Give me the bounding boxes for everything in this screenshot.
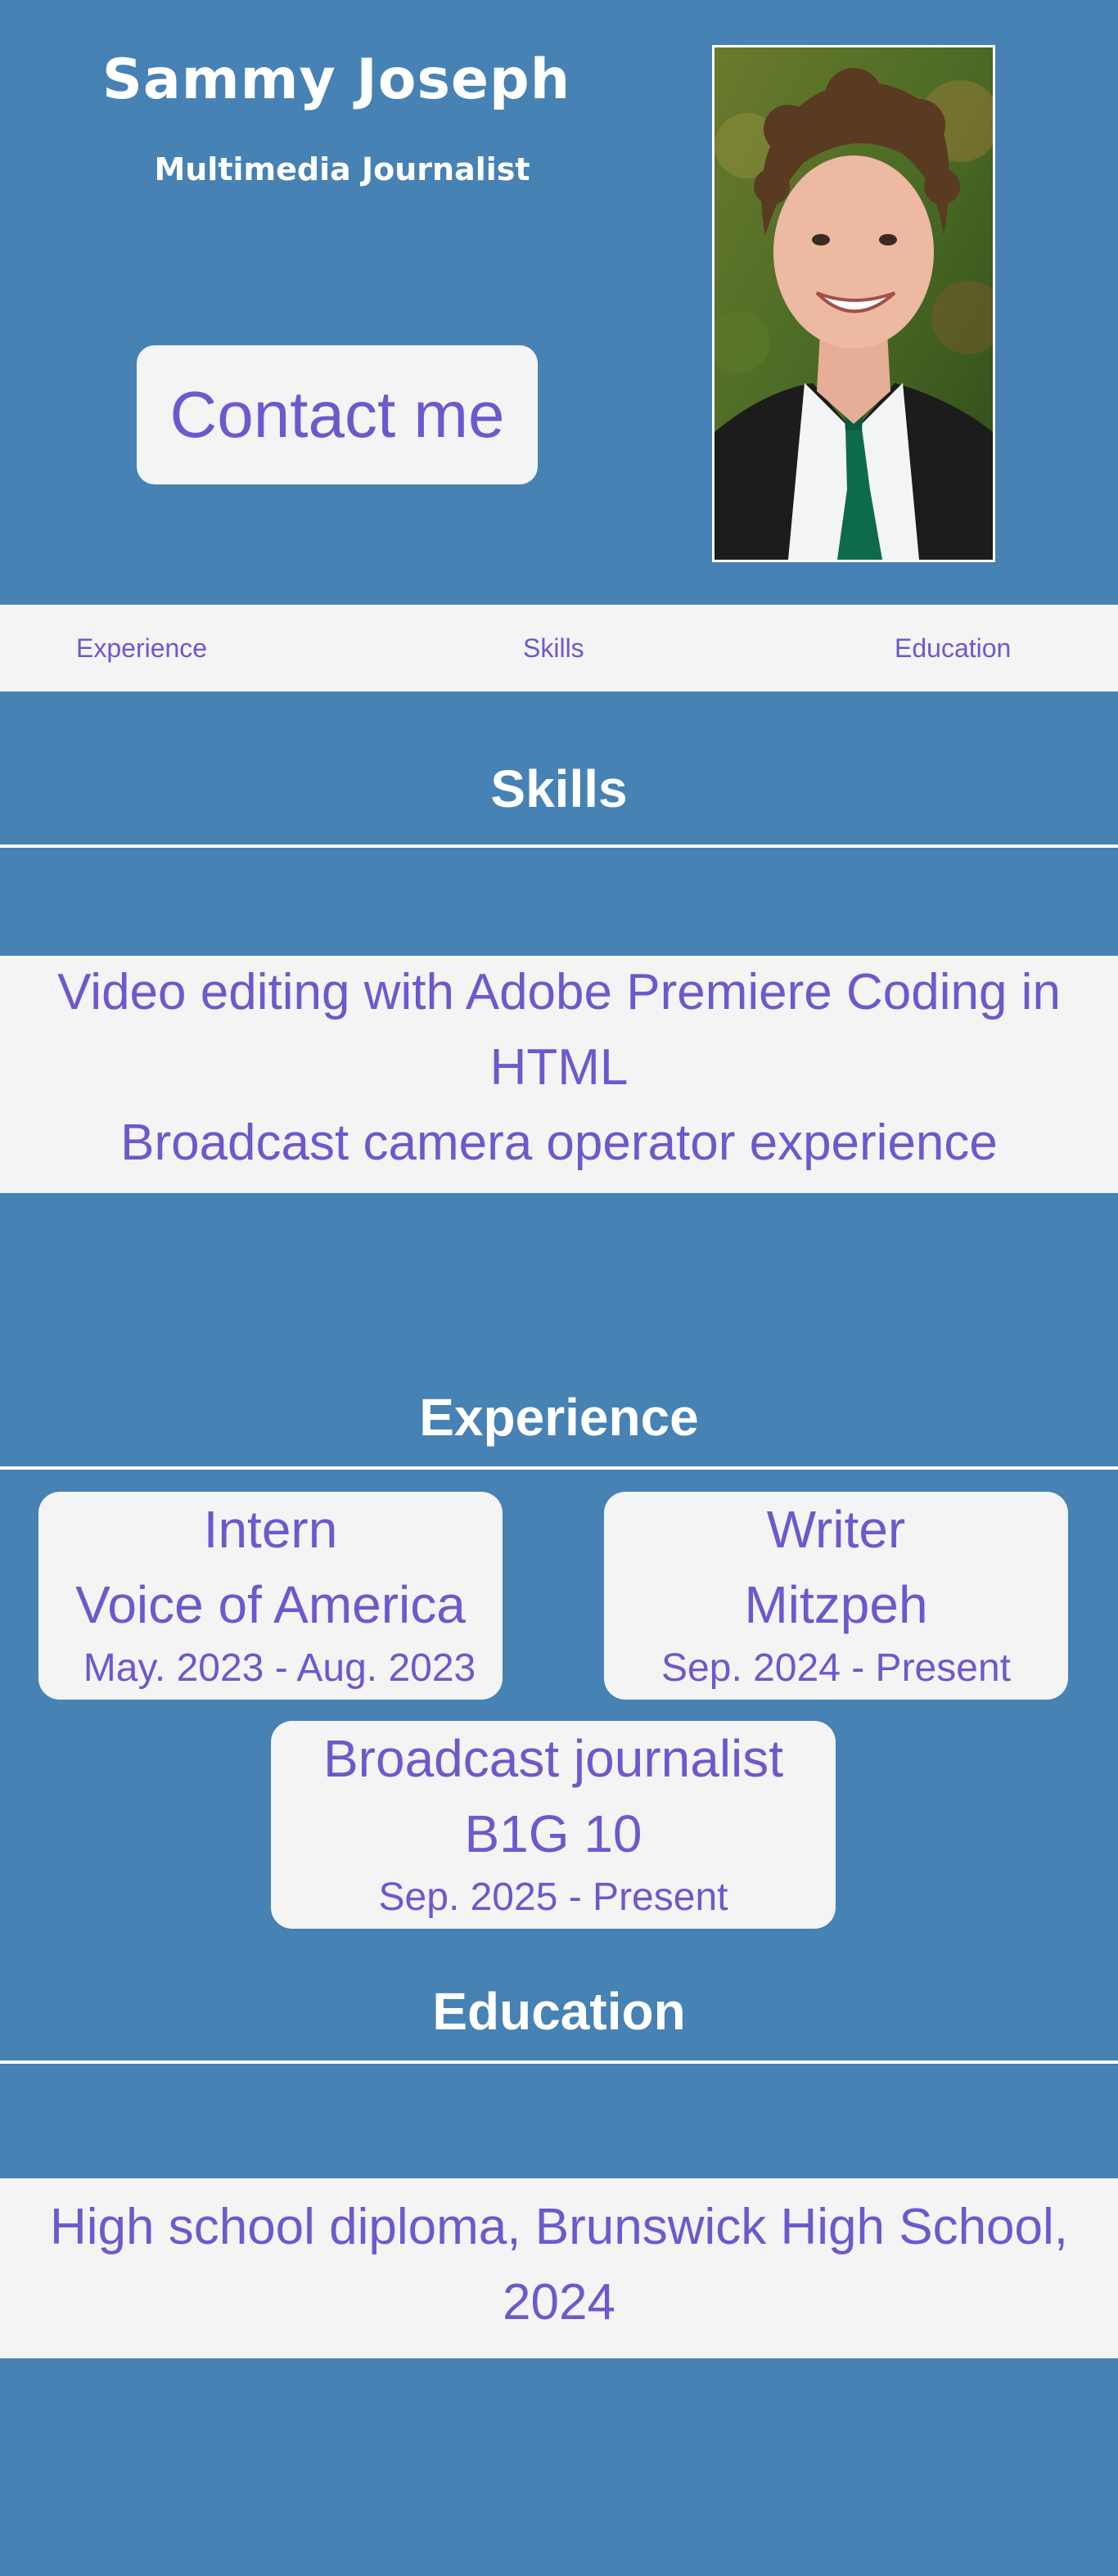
job-subtitle: Multimedia Journalist (154, 151, 530, 187)
job-title: Writer (766, 1500, 906, 1559)
page-title: Sammy Joseph (101, 47, 571, 112)
job-dates: May. 2023 - Aug. 2023 (83, 1646, 476, 1690)
job-dates: Sep. 2025 - Present (378, 1876, 728, 1919)
nav-link-experience[interactable]: Experience (76, 605, 207, 691)
education-panel: High school diploma, Brunswick High Scho… (0, 2178, 1118, 2358)
job-dates: Sep. 2024 - Present (661, 1646, 1011, 1690)
contact-button[interactable]: Contact me (137, 345, 538, 484)
nav-bar: Experience Skills Education (0, 605, 1118, 691)
skills-line: Video editing with Adobe Premiere Coding… (57, 964, 1061, 1020)
education-divider (0, 2060, 1118, 2064)
experience-card: Intern Voice of America May. 2023 - Aug.… (38, 1492, 503, 1700)
skills-heading: Skills (490, 759, 628, 818)
experience-card: Broadcast journalist B1G 10 Sep. 2025 - … (271, 1721, 836, 1929)
skills-divider (0, 844, 1118, 848)
education-line: High school diploma, Brunswick High Scho… (49, 2199, 1069, 2255)
nav-link-education[interactable]: Education (895, 605, 1011, 691)
experience-divider (0, 1466, 1118, 1470)
experience-heading: Experience (419, 1388, 699, 1447)
job-title: Intern (203, 1500, 338, 1559)
job-organization: Voice of America (75, 1575, 466, 1634)
job-organization: B1G 10 (464, 1804, 642, 1863)
nav-link-skills[interactable]: Skills (523, 605, 584, 691)
job-organization: Mitzpeh (744, 1575, 928, 1634)
skills-panel: Video editing with Adobe Premiere Coding… (0, 956, 1118, 1193)
education-line: 2024 (503, 2274, 615, 2331)
job-title: Broadcast journalist (322, 1729, 784, 1788)
skills-line: HTML (489, 1039, 629, 1096)
profile-photo (712, 45, 995, 562)
skills-line: Broadcast camera operator experience (120, 1115, 998, 1171)
education-heading: Education (432, 1982, 686, 2041)
experience-card: Writer Mitzpeh Sep. 2024 - Present (604, 1492, 1068, 1700)
